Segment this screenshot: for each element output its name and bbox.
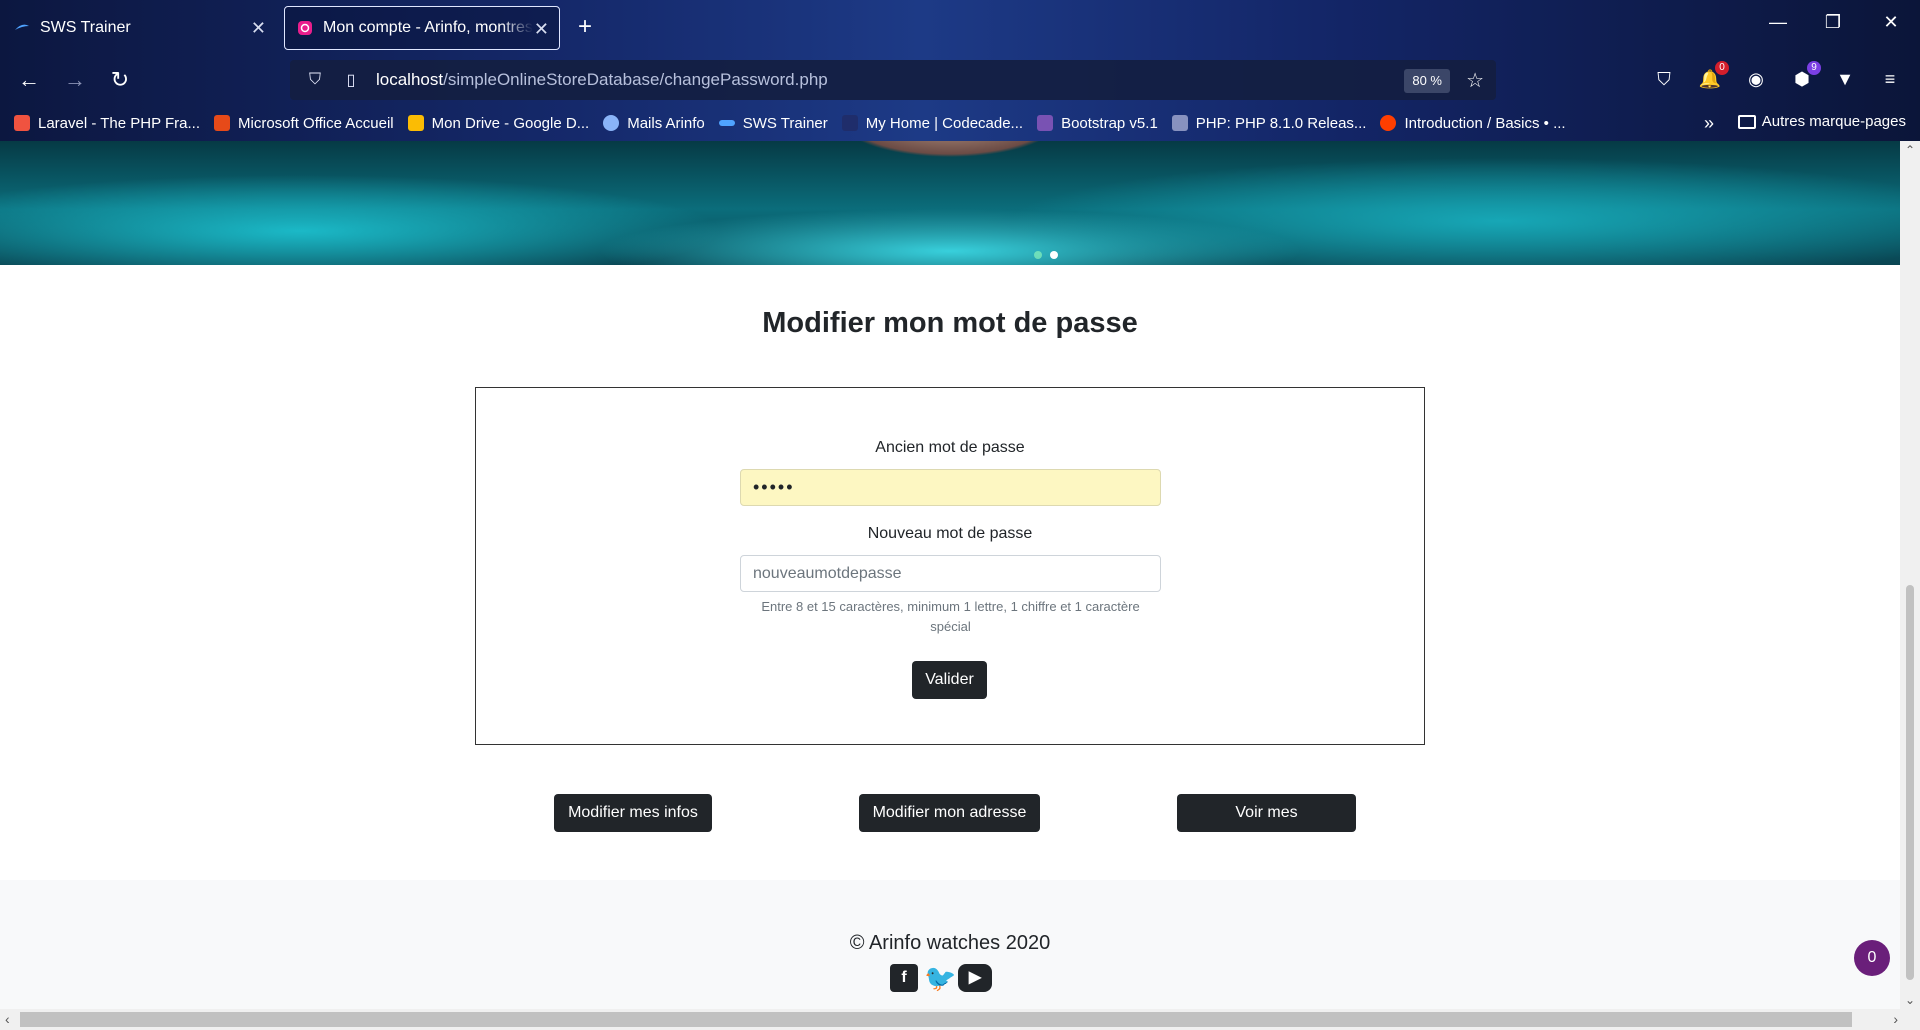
twitter-icon[interactable]: 🐦 [924, 964, 956, 992]
edit-info-button[interactable]: Modifier mes infos [554, 794, 712, 832]
laravel-icon [14, 115, 30, 131]
vpn-extension-icon[interactable]: ⬢ 9 [1789, 61, 1821, 95]
carousel-dot-active[interactable] [1050, 251, 1058, 259]
bookmark-mails-arinfo[interactable]: Mails Arinfo [603, 115, 705, 132]
footer: © Arinfo watches 2020 f 🐦 ▶ [0, 880, 1900, 1009]
bookmark-bootstrap[interactable]: Bootstrap v5.1 [1037, 115, 1158, 132]
bookmark-laravel[interactable]: Laravel - The PHP Fra... [14, 115, 200, 132]
facebook-icon[interactable]: f [890, 964, 918, 992]
back-icon[interactable]: ← [16, 67, 42, 93]
social-links: f 🐦 ▶ [890, 964, 992, 992]
office-icon [214, 115, 231, 131]
mail-icon [603, 115, 620, 131]
carousel-dot[interactable] [1034, 251, 1042, 259]
old-password-label: Ancien mot de passe [875, 439, 1025, 456]
change-password-form: Ancien mot de passe ••••• Nouveau mot de… [475, 387, 1425, 745]
scroll-left-icon[interactable]: ‹ [5, 1011, 10, 1027]
bookmarks-bar: Laravel - The PHP Fra... Microsoft Offic… [0, 105, 1920, 141]
reload-icon[interactable]: ↻ [107, 67, 133, 93]
restore-icon[interactable]: ❐ [1818, 12, 1848, 33]
sws-favicon-icon [15, 24, 29, 30]
more-bookmarks-icon[interactable]: » [1704, 113, 1714, 134]
bookmark-php[interactable]: PHP: PHP 8.1.0 Releas... [1171, 115, 1366, 132]
bookmark-office[interactable]: Microsoft Office Accueil [214, 115, 394, 132]
youtube-icon[interactable]: ▶ [958, 964, 992, 992]
close-tab-icon[interactable]: ✕ [251, 18, 266, 38]
google-drive-icon [407, 115, 424, 131]
address-bar[interactable]: ⛉ ▯ localhost/simpleOnlineStoreDatabase/… [290, 60, 1496, 100]
view-orders-button[interactable]: Voir mes commandes [1177, 794, 1356, 859]
forward-icon[interactable]: → [62, 67, 88, 93]
copyright-text: © Arinfo watches 2020 [849, 932, 1051, 954]
pocket-icon[interactable]: ⛉ [1651, 69, 1677, 95]
bookmark-star-icon[interactable]: ☆ [1466, 68, 1484, 93]
bookmark-svelte[interactable]: Introduction / Basics • ... [1380, 115, 1566, 132]
password-help-text: Entre 8 et 15 caractères, minimum 1 lett… [761, 599, 1140, 634]
old-password-input[interactable]: ••••• [740, 469, 1161, 506]
scroll-up-icon[interactable]: ⌃ [1903, 143, 1917, 157]
shield-icon[interactable]: ⛉ [304, 71, 326, 89]
vertical-scrollbar[interactable]: ⌃ ⌄ [1900, 141, 1920, 1009]
vue-devtools-icon[interactable]: ▼ [1832, 69, 1858, 95]
carousel-indicators [1034, 251, 1058, 259]
tab-label: SWS Trainer [40, 19, 131, 36]
bookmark-sws-trainer[interactable]: SWS Trainer [718, 115, 828, 132]
notification-extension-icon[interactable]: 🔔 0 [1697, 61, 1729, 95]
browser-chrome: SWS Trainer ✕ Mon compte - Arinfo, montr… [0, 0, 1920, 141]
scroll-down-icon[interactable]: ⌄ [1903, 993, 1917, 1007]
php-icon [1171, 115, 1188, 131]
codecademy-icon [841, 115, 858, 131]
vertical-scroll-thumb[interactable] [1906, 585, 1914, 980]
svelte-icon [1380, 115, 1397, 131]
new-password-input[interactable] [740, 555, 1161, 592]
bootstrap-icon [1037, 115, 1054, 131]
sws-icon [718, 120, 735, 126]
tab-label: Mon compte - Arinfo, montres d [323, 19, 533, 36]
nav-bar: ← → ↻ ⛉ ▯ localhost/simpleOnlineStoreDat… [0, 55, 1920, 105]
bookmark-google-drive[interactable]: Mon Drive - Google D... [407, 115, 589, 132]
page-title: Modifier mon mot de passe [762, 307, 1138, 339]
submit-button[interactable]: Valider [912, 661, 987, 699]
other-bookmarks-folder[interactable]: Autres marque-pages [1737, 113, 1906, 130]
scroll-right-icon[interactable]: › [1893, 1011, 1898, 1027]
menu-icon[interactable]: ≡ [1877, 69, 1903, 95]
bookmark-codecademy[interactable]: My Home | Codecade... [841, 115, 1023, 132]
close-tab-icon[interactable]: ✕ [534, 19, 549, 39]
minimize-icon[interactable]: — [1763, 12, 1793, 33]
new-password-label: Nouveau mot de passe [867, 525, 1033, 542]
arinfo-favicon-icon [298, 21, 312, 35]
tab-sws-trainer[interactable]: SWS Trainer ✕ [10, 6, 276, 50]
tab-mon-compte[interactable]: Mon compte - Arinfo, montres d ✕ [284, 6, 560, 50]
cart-count-badge[interactable]: 0 [1854, 940, 1890, 976]
hero-carousel-image [0, 141, 1900, 265]
page-viewport: Modifier mon mot de passe Ancien mot de … [0, 141, 1900, 1009]
new-tab-icon[interactable]: + [578, 14, 592, 40]
url-text[interactable]: localhost/simpleOnlineStoreDatabase/chan… [376, 70, 828, 90]
horizontal-scroll-thumb[interactable] [20, 1012, 1852, 1027]
tab-bar: SWS Trainer ✕ Mon compte - Arinfo, montr… [0, 0, 1920, 55]
vpn-badge: 9 [1807, 61, 1821, 75]
folder-icon [1737, 114, 1756, 129]
page-info-icon[interactable]: ▯ [340, 70, 362, 90]
close-window-icon[interactable]: ✕ [1876, 12, 1906, 33]
glasses-extension-icon[interactable]: ◉ [1743, 69, 1769, 95]
horizontal-scrollbar[interactable]: ‹ › [0, 1009, 1920, 1030]
edit-address-button[interactable]: Modifier mon adresse [859, 794, 1040, 832]
notification-badge: 0 [1715, 61, 1729, 75]
zoom-level[interactable]: 80 % [1404, 69, 1450, 93]
